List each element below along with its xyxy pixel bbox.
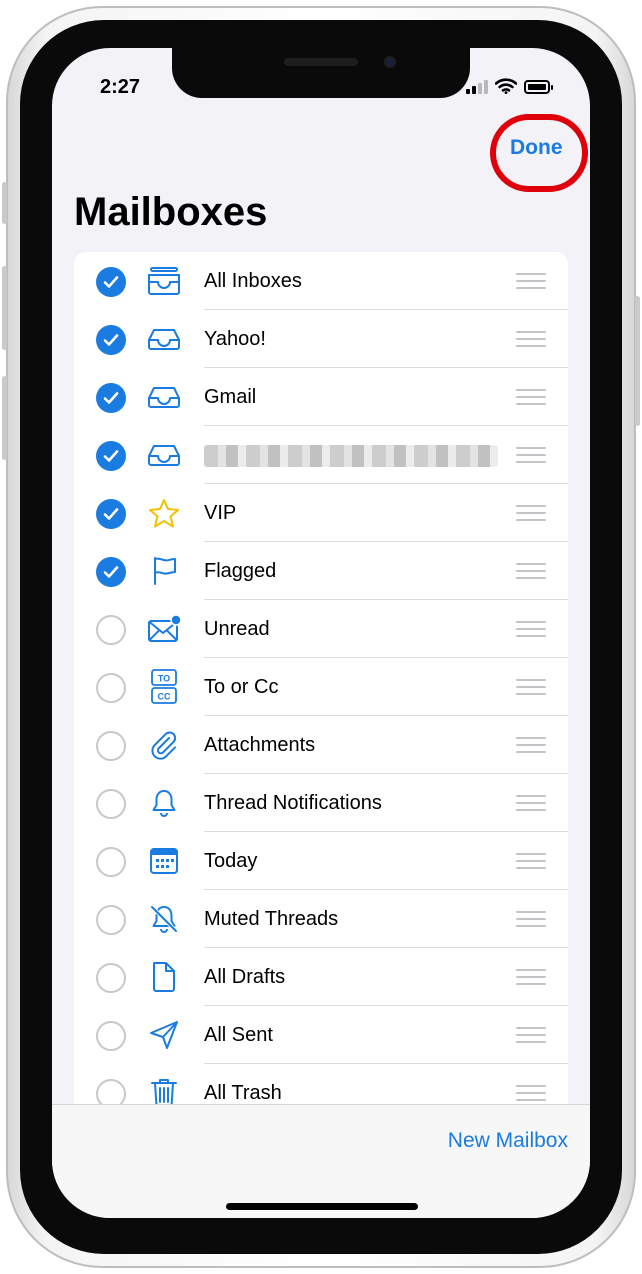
- reorder-handle-icon[interactable]: [516, 911, 546, 927]
- tray-icon: [146, 381, 182, 413]
- list-item[interactable]: Flagged: [74, 542, 568, 600]
- reorder-handle-icon[interactable]: [516, 389, 546, 405]
- list-item[interactable]: Today: [74, 832, 568, 890]
- status-time: 2:27: [100, 76, 141, 98]
- silent-switch: [2, 182, 7, 224]
- reorder-handle-icon[interactable]: [516, 1085, 546, 1101]
- cellular-signal-icon: [466, 79, 488, 94]
- list-item[interactable]: Muted Threads: [74, 890, 568, 948]
- speaker-grille: [284, 58, 358, 66]
- envelope-badge-icon: [146, 613, 182, 645]
- mailbox-label: Gmail: [204, 386, 257, 408]
- mailbox-label: Unread: [204, 618, 270, 640]
- done-button[interactable]: Done: [510, 136, 563, 160]
- reorder-handle-icon[interactable]: [516, 505, 546, 521]
- redacted-account-label: [204, 445, 498, 467]
- checkmark-icon[interactable]: [96, 441, 126, 471]
- list-item[interactable]: Yahoo!: [74, 310, 568, 368]
- unchecked-circle-icon[interactable]: [96, 905, 126, 935]
- unchecked-circle-icon[interactable]: [96, 1021, 126, 1051]
- reorder-handle-icon[interactable]: [516, 1027, 546, 1043]
- unchecked-circle-icon[interactable]: [96, 963, 126, 993]
- reorder-handle-icon[interactable]: [516, 969, 546, 985]
- list-item[interactable]: All Drafts: [74, 948, 568, 1006]
- list-item[interactable]: All Inboxes: [74, 252, 568, 310]
- reorder-handle-icon[interactable]: [516, 737, 546, 753]
- tray-icon: [146, 439, 182, 471]
- list-item[interactable]: All Sent: [74, 1006, 568, 1064]
- mailbox-label: VIP: [204, 502, 237, 524]
- calendar-icon: [146, 845, 182, 877]
- mailbox-label: Attachments: [204, 734, 316, 756]
- mailbox-label: To or Cc: [204, 676, 279, 698]
- unchecked-circle-icon[interactable]: [96, 673, 126, 703]
- tray-stack-icon: [146, 265, 182, 297]
- paperclip-icon: [146, 729, 182, 761]
- mailbox-list: All Inboxes Yahoo! Gmail VIP Flagged Unr…: [74, 252, 568, 1112]
- unchecked-circle-icon[interactable]: [96, 789, 126, 819]
- list-item[interactable]: TO CC To or Cc: [74, 658, 568, 716]
- list-item[interactable]: Attachments: [74, 716, 568, 774]
- unchecked-circle-icon[interactable]: [96, 731, 126, 761]
- unchecked-circle-icon[interactable]: [96, 847, 126, 877]
- list-item[interactable]: VIP: [74, 484, 568, 542]
- mailbox-label: Flagged: [204, 560, 277, 582]
- checkmark-icon[interactable]: [96, 267, 126, 297]
- reorder-handle-icon[interactable]: [516, 853, 546, 869]
- bell-slash-icon: [146, 903, 182, 935]
- reorder-handle-icon[interactable]: [516, 563, 546, 579]
- checkmark-icon[interactable]: [96, 499, 126, 529]
- reorder-handle-icon[interactable]: [516, 679, 546, 695]
- screen: 2:27 Done Mailboxes All Inboxes Yahoo! G…: [52, 48, 590, 1218]
- mailbox-label: All Drafts: [204, 966, 286, 988]
- power-button: [635, 296, 640, 426]
- volume-up-button: [2, 266, 7, 350]
- battery-icon: [524, 80, 553, 94]
- to-cc-icon-cc-text: CC: [158, 692, 171, 702]
- new-mailbox-button[interactable]: New Mailbox: [448, 1129, 568, 1153]
- front-camera: [384, 56, 396, 68]
- wifi-icon: [495, 78, 517, 94]
- mailbox-label: Today: [204, 850, 258, 872]
- checkmark-icon[interactable]: [96, 383, 126, 413]
- list-item[interactable]: Gmail: [74, 368, 568, 426]
- to-cc-icon-to-text: TO: [158, 674, 170, 684]
- bottom-toolbar: New Mailbox: [52, 1104, 590, 1218]
- bell-icon: [146, 787, 182, 819]
- reorder-handle-icon[interactable]: [516, 331, 546, 347]
- checkmark-icon[interactable]: [96, 325, 126, 355]
- tray-icon: [146, 323, 182, 355]
- flag-icon: [146, 555, 182, 587]
- status-icons: [466, 78, 553, 94]
- to-cc-icon: TO CC: [146, 669, 182, 704]
- reorder-handle-icon[interactable]: [516, 621, 546, 637]
- page-title: Mailboxes: [74, 190, 268, 234]
- mailbox-label: All Sent: [204, 1024, 273, 1046]
- star-icon: [146, 497, 182, 529]
- list-item[interactable]: [74, 426, 568, 484]
- mailbox-label: Muted Threads: [204, 908, 339, 930]
- mailbox-label: Yahoo!: [204, 328, 266, 350]
- checkmark-icon[interactable]: [96, 557, 126, 587]
- reorder-handle-icon[interactable]: [516, 447, 546, 463]
- mailbox-label: Thread Notifications: [204, 792, 382, 814]
- list-item[interactable]: Thread Notifications: [74, 774, 568, 832]
- list-item[interactable]: Unread: [74, 600, 568, 658]
- mailbox-label: All Trash: [204, 1082, 282, 1104]
- reorder-handle-icon[interactable]: [516, 795, 546, 811]
- reorder-handle-icon[interactable]: [516, 273, 546, 289]
- mailbox-label: All Inboxes: [204, 270, 302, 292]
- notch: [172, 48, 470, 98]
- unchecked-circle-icon[interactable]: [96, 615, 126, 645]
- document-icon: [146, 961, 182, 993]
- paperplane-icon: [146, 1019, 182, 1051]
- volume-down-button: [2, 376, 7, 460]
- home-indicator[interactable]: [226, 1203, 418, 1210]
